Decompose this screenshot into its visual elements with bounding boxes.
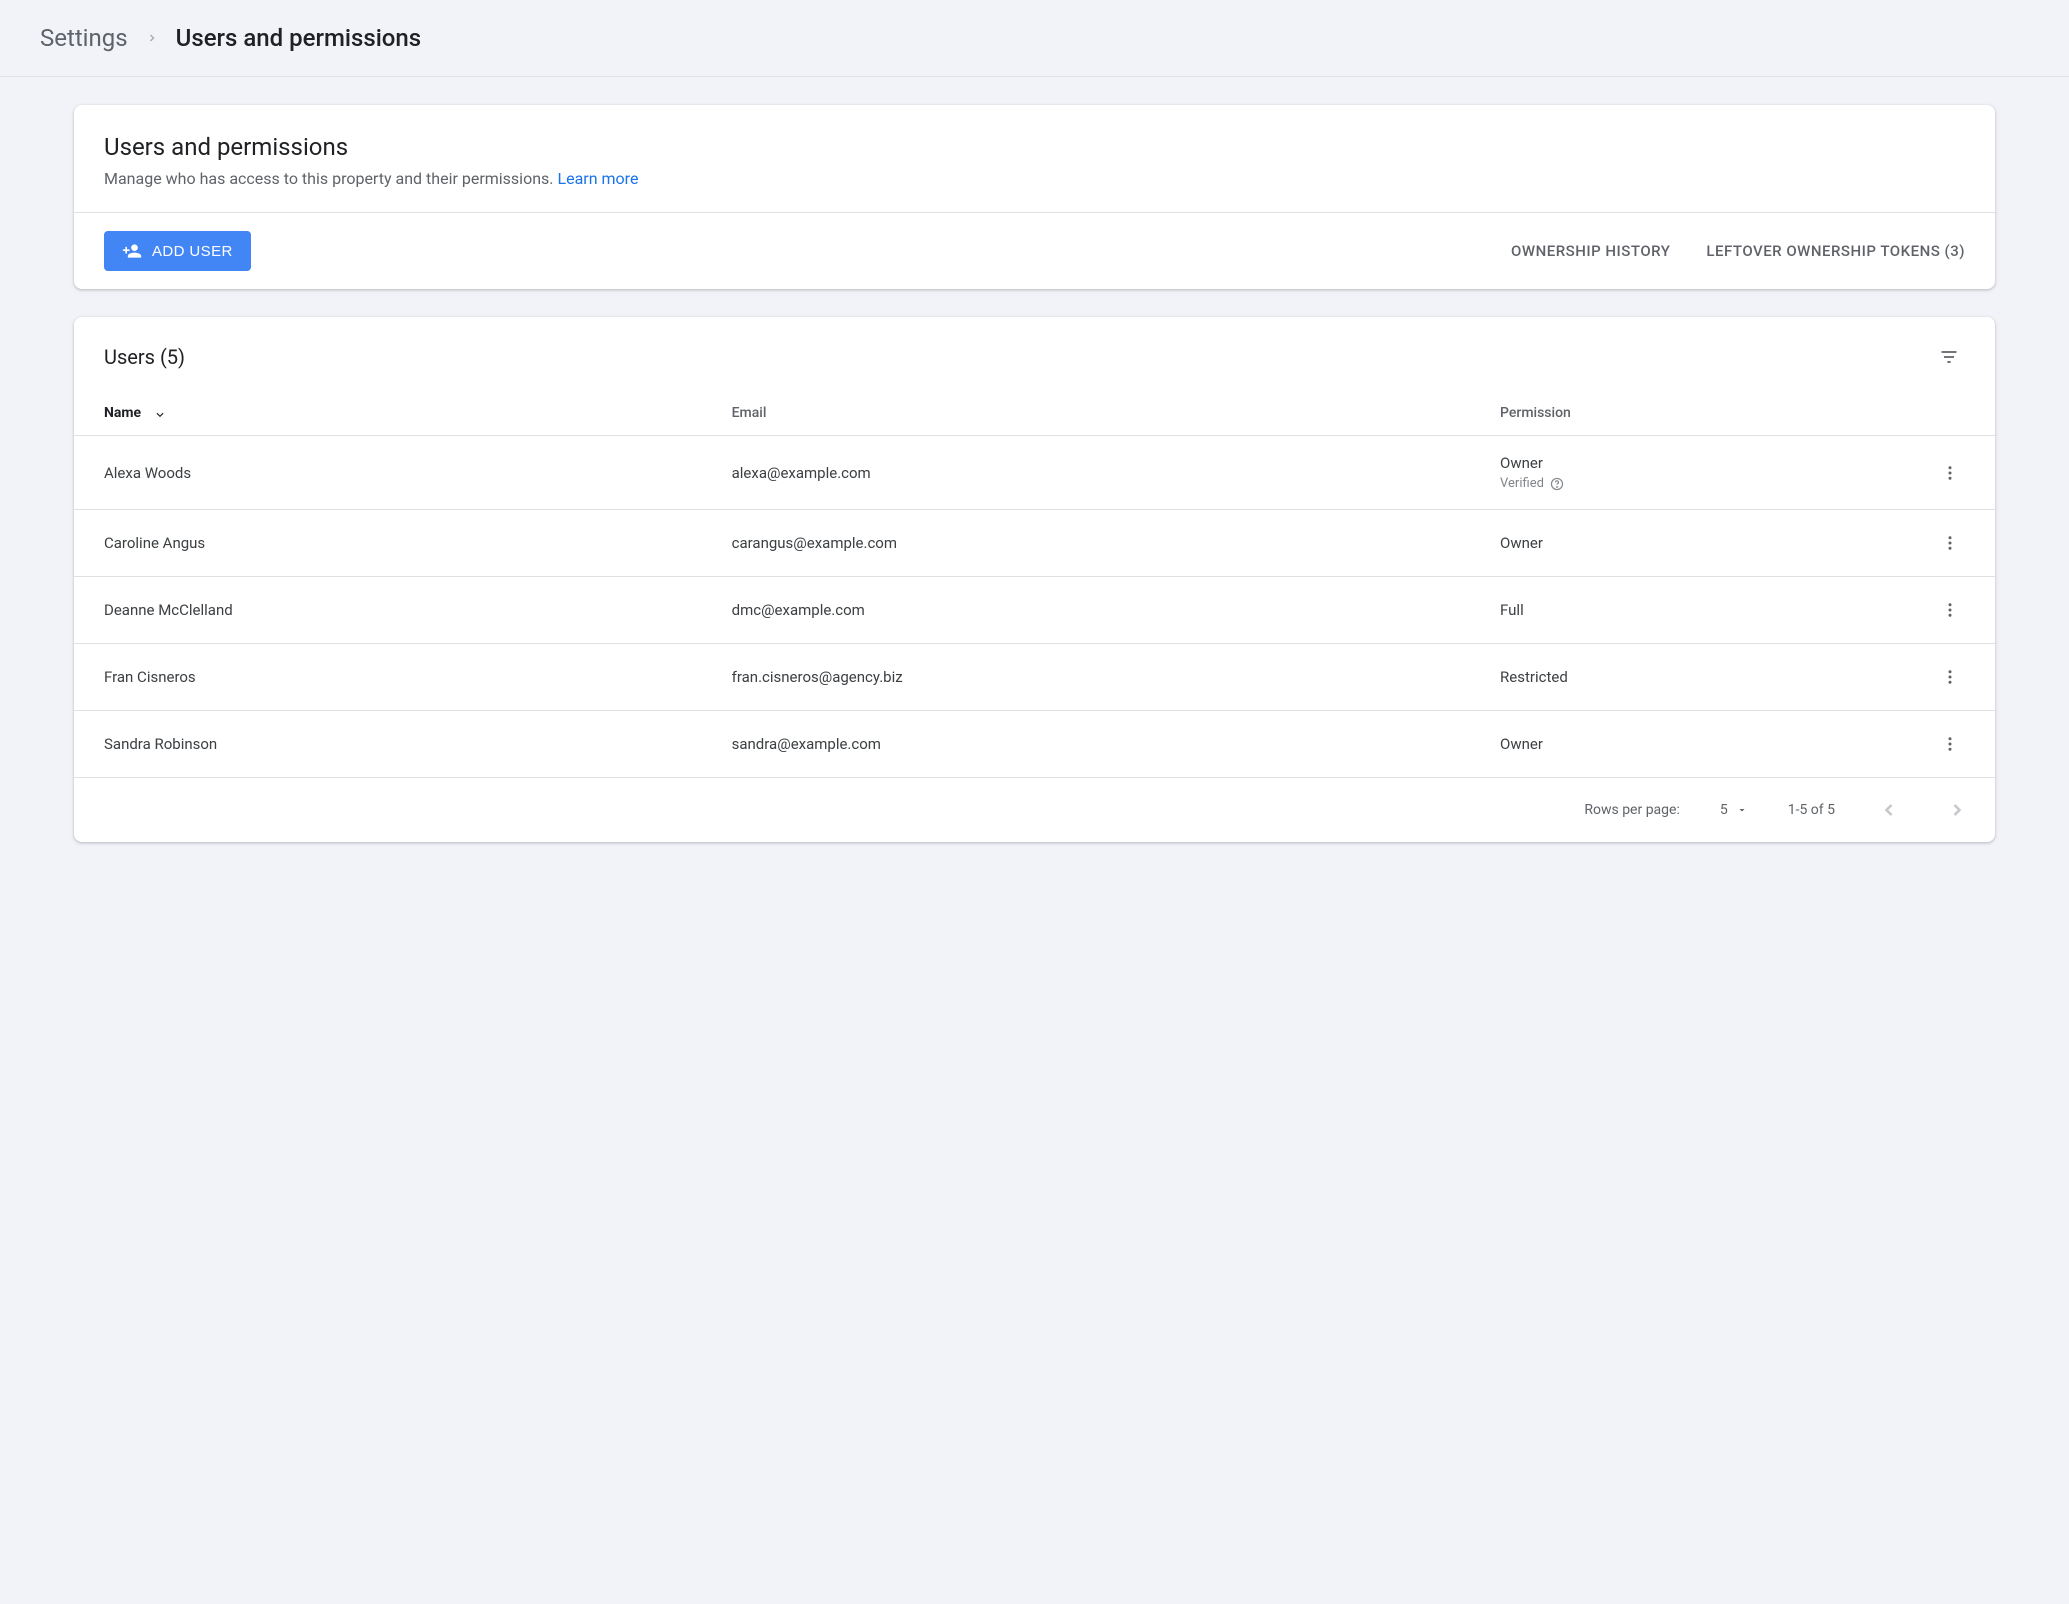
row-actions-button[interactable] [1935, 595, 1965, 625]
more-vert-icon [1941, 534, 1959, 552]
cell-email: dmc@example.com [702, 577, 1470, 644]
row-actions-button[interactable] [1935, 528, 1965, 558]
person-add-icon [122, 241, 142, 261]
cell-permission: OwnerVerified [1470, 436, 1905, 510]
table-row: Alexa Woodsalexa@example.comOwnerVerifie… [74, 436, 1995, 510]
more-vert-icon [1941, 735, 1959, 753]
more-vert-icon [1941, 464, 1959, 482]
table-row: Sandra Robinsonsandra@example.comOwner [74, 711, 1995, 778]
pager-next-button[interactable] [1943, 796, 1971, 824]
row-actions-button[interactable] [1935, 662, 1965, 692]
add-user-button[interactable]: ADD USER [104, 231, 251, 271]
table-row: Caroline Anguscarangus@example.comOwner [74, 510, 1995, 577]
users-table-card: Users (5) Name Email Permission [74, 317, 1995, 842]
cell-name: Sandra Robinson [74, 711, 702, 778]
more-vert-icon [1941, 668, 1959, 686]
page-subtitle: Manage who has access to this property a… [104, 169, 1965, 188]
table-row: Deanne McClellanddmc@example.comFull [74, 577, 1995, 644]
more-vert-icon [1941, 601, 1959, 619]
cell-name: Caroline Angus [74, 510, 702, 577]
cell-permission: Full [1470, 577, 1905, 644]
breadcrumb-current: Users and permissions [176, 24, 422, 52]
chevron-right-icon [1947, 800, 1967, 820]
cell-email: fran.cisneros@agency.biz [702, 644, 1470, 711]
column-header-name[interactable]: Name [74, 385, 702, 436]
pager-range: 1-5 of 5 [1788, 802, 1835, 818]
filter-icon [1939, 347, 1959, 367]
rows-per-page-select[interactable]: 5 [1720, 802, 1748, 818]
cell-email: carangus@example.com [702, 510, 1470, 577]
cell-permission: Restricted [1470, 644, 1905, 711]
row-actions-button[interactable] [1935, 729, 1965, 759]
help-icon[interactable] [1550, 477, 1564, 491]
cell-email: sandra@example.com [702, 711, 1470, 778]
users-table: Name Email Permission Alexa Woodsalexa@e… [74, 385, 1995, 778]
chevron-left-icon [1879, 800, 1899, 820]
cell-permission: Owner [1470, 711, 1905, 778]
breadcrumb: Settings Users and permissions [0, 0, 2069, 77]
pager-prev-button[interactable] [1875, 796, 1903, 824]
filter-button[interactable] [1933, 341, 1965, 373]
rows-per-page-label: Rows per page: [1584, 802, 1679, 818]
table-title: Users (5) [104, 345, 185, 369]
cell-name: Alexa Woods [74, 436, 702, 510]
intro-card: Users and permissions Manage who has acc… [74, 105, 1995, 289]
breadcrumb-root[interactable]: Settings [40, 24, 128, 52]
leftover-tokens-link[interactable]: LEFTOVER OWNERSHIP TOKENS (3) [1706, 242, 1965, 260]
table-pager: Rows per page: 5 1-5 of 5 [74, 778, 1995, 842]
column-header-email[interactable]: Email [702, 385, 1470, 436]
table-row: Fran Cisnerosfran.cisneros@agency.bizRes… [74, 644, 1995, 711]
column-header-permission[interactable]: Permission [1470, 385, 1905, 436]
cell-permission: Owner [1470, 510, 1905, 577]
cell-email: alexa@example.com [702, 436, 1470, 510]
row-actions-button[interactable] [1935, 458, 1965, 488]
arrow-down-icon [153, 405, 167, 421]
dropdown-icon [1736, 804, 1748, 816]
cell-name: Fran Cisneros [74, 644, 702, 711]
cell-name: Deanne McClelland [74, 577, 702, 644]
ownership-history-link[interactable]: OWNERSHIP HISTORY [1511, 242, 1670, 260]
chevron-right-icon [146, 32, 158, 44]
verified-badge: Verified [1500, 476, 1875, 491]
learn-more-link[interactable]: Learn more [557, 169, 638, 188]
page-title: Users and permissions [104, 133, 1965, 161]
